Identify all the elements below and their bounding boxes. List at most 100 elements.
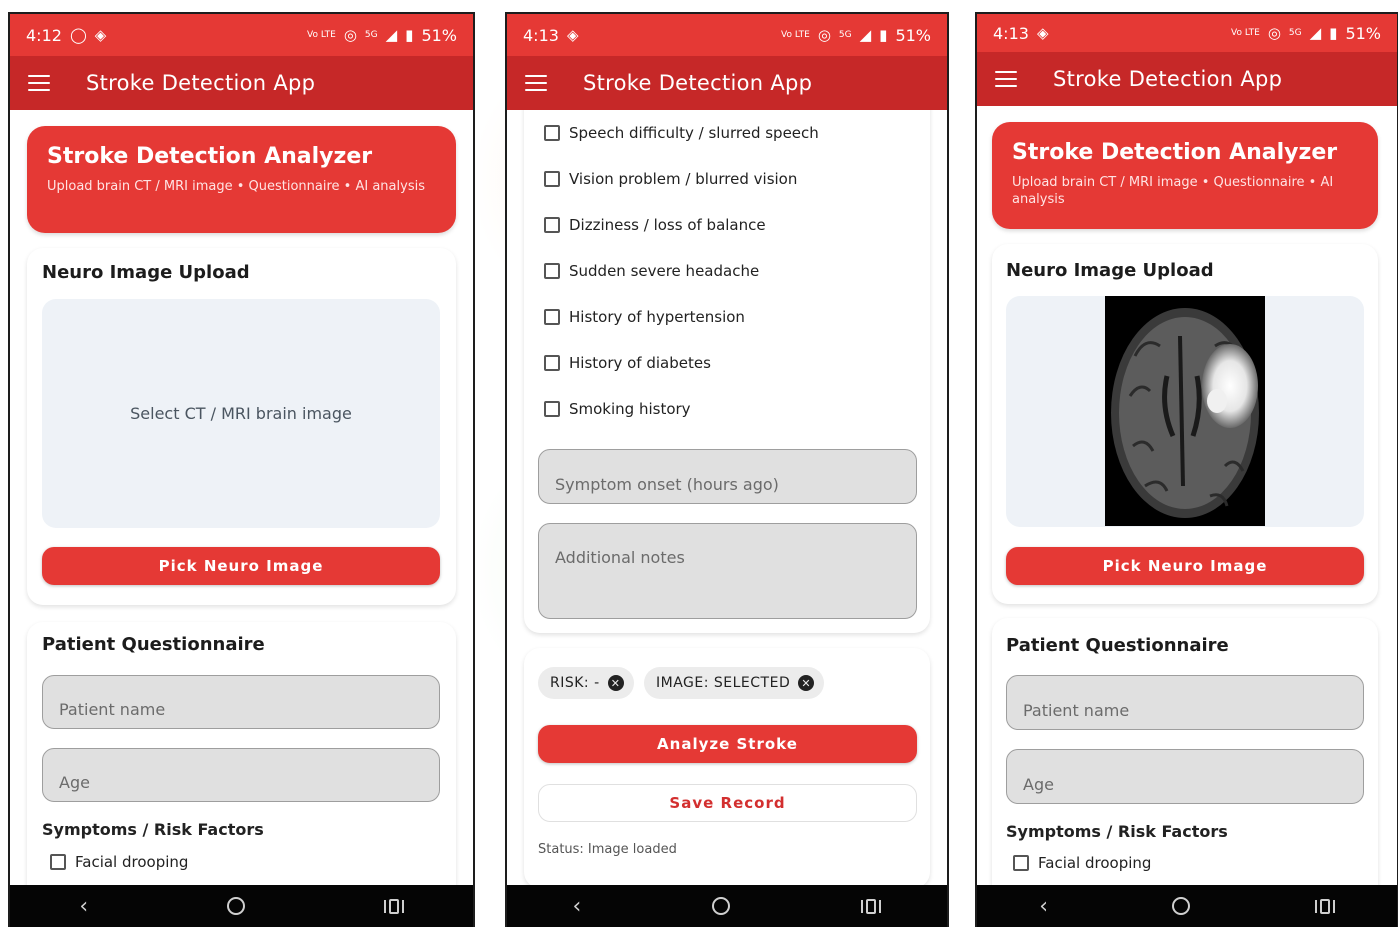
symptoms-label: Symptoms / Risk Factors (42, 820, 264, 839)
age-placeholder: Age (1023, 775, 1054, 794)
system-nav-bar: ‹ (10, 885, 473, 927)
battery-icon: ▮ (879, 26, 888, 44)
checkbox-speech-difficulty[interactable]: Speech difficulty / slurred speech (544, 124, 819, 142)
checkbox-label: History of hypertension (569, 308, 745, 326)
app-title: Stroke Detection App (583, 71, 813, 95)
header-subtitle: Upload brain CT / MRI image • Questionna… (47, 179, 425, 194)
symptoms-label: Symptoms / Risk Factors (1006, 822, 1228, 841)
header-title: Stroke Detection Analyzer (47, 144, 373, 169)
header-card: Stroke Detection Analyzer Upload brain C… (992, 122, 1378, 229)
analyze-stroke-button[interactable]: Analyze Stroke (538, 725, 917, 763)
system-nav-bar: ‹ (507, 885, 947, 927)
hamburger-menu-icon[interactable] (995, 71, 1017, 87)
image-chip-label: IMAGE: SELECTED (656, 675, 791, 691)
save-record-button[interactable]: Save Record (538, 784, 917, 822)
age-field[interactable]: Age (42, 748, 440, 802)
app-title: Stroke Detection App (1053, 67, 1283, 91)
status-bar: 4:12 ◯ ◈ Vo LTE ◎ 5G ◢ ▮ 51% (10, 14, 473, 56)
back-icon[interactable]: ‹ (573, 894, 582, 919)
patient-name-field[interactable]: Patient name (42, 675, 440, 729)
network-label: 5G (838, 29, 852, 40)
checkbox-box[interactable] (544, 171, 560, 187)
phone-screen-2: 4:13 ◈ Vo LTE ◎ 5G ◢ ▮ 51% Stroke Detect… (505, 12, 949, 927)
checkbox-dizziness[interactable]: Dizziness / loss of balance (544, 216, 766, 234)
upload-section-title: Neuro Image Upload (42, 262, 250, 283)
header-title: Stroke Detection Analyzer (1012, 140, 1338, 165)
hamburger-menu-icon[interactable] (28, 75, 50, 91)
questionnaire-section-title: Patient Questionnaire (1006, 635, 1229, 656)
checkbox-smoking[interactable]: Smoking history (544, 400, 691, 418)
checkbox-hypertension[interactable]: History of hypertension (544, 308, 745, 326)
checkbox-label: History of diabetes (569, 354, 711, 372)
home-icon[interactable] (712, 897, 731, 915)
risk-chip[interactable]: RISK: - ✕ (538, 667, 634, 699)
brain-scan-image (1105, 296, 1265, 526)
battery-percent: 51% (895, 25, 931, 45)
checkbox-facial-drooping[interactable]: Facial drooping (50, 853, 188, 871)
image-chip[interactable]: IMAGE: SELECTED ✕ (644, 667, 825, 699)
checkbox-box[interactable] (544, 217, 560, 233)
checkbox-headache[interactable]: Sudden severe headache (544, 262, 759, 280)
home-icon[interactable] (226, 897, 245, 915)
scroll-content[interactable]: Stroke Detection Analyzer Upload brain C… (10, 110, 473, 885)
volte-icon: Vo LTE (781, 29, 810, 40)
checkbox-box[interactable] (1013, 855, 1029, 871)
status-bar: 4:13 ◈ Vo LTE ◎ 5G ◢ ▮ 51% (977, 14, 1397, 52)
close-icon[interactable]: ✕ (798, 675, 815, 691)
questionnaire-section-title: Patient Questionnaire (42, 634, 265, 655)
recents-icon[interactable] (383, 898, 404, 914)
age-field[interactable]: Age (1006, 749, 1364, 804)
checkbox-box[interactable] (544, 355, 560, 371)
close-icon[interactable]: ✕ (607, 675, 624, 691)
pick-neuro-image-button[interactable]: Pick Neuro Image (1006, 547, 1364, 585)
volte-icon: Vo LTE (307, 29, 336, 40)
phone-screen-1: 4:12 ◯ ◈ Vo LTE ◎ 5G ◢ ▮ 51% Stroke Dete… (8, 12, 475, 927)
pick-neuro-image-button[interactable]: Pick Neuro Image (42, 547, 440, 585)
recents-icon[interactable] (861, 898, 882, 914)
scroll-content[interactable]: Speech difficulty / slurred speech Visio… (507, 110, 947, 885)
image-upload-area[interactable]: Select CT / MRI brain image (42, 299, 440, 528)
battery-percent: 51% (1345, 23, 1381, 43)
home-icon[interactable] (1172, 897, 1191, 915)
hamburger-menu-icon[interactable] (525, 75, 547, 91)
location-icon: ◈ (566, 26, 579, 44)
back-icon[interactable]: ‹ (1039, 894, 1048, 919)
age-placeholder: Age (59, 773, 90, 792)
checkbox-label: Facial drooping (1038, 854, 1152, 872)
checkbox-box[interactable] (544, 263, 560, 279)
checkbox-diabetes[interactable]: History of diabetes (544, 354, 711, 372)
checkbox-vision-problem[interactable]: Vision problem / blurred vision (544, 170, 797, 188)
app-toolbar: Stroke Detection App (977, 52, 1397, 106)
status-text: Status: Image loaded (538, 842, 677, 857)
battery-icon: ▮ (1329, 24, 1338, 42)
checkbox-box[interactable] (544, 125, 560, 141)
notes-placeholder: Additional notes (555, 548, 685, 567)
recents-icon[interactable] (1314, 898, 1335, 914)
brain-scan-svg (1111, 308, 1259, 518)
signal-icon: ◢ (385, 26, 398, 44)
checkbox-label: Dizziness / loss of balance (569, 216, 766, 234)
checkbox-label: Sudden severe headache (569, 262, 760, 280)
back-icon[interactable]: ‹ (79, 894, 88, 919)
app-toolbar: Stroke Detection App (10, 56, 473, 110)
checkbox-label: Facial drooping (75, 853, 189, 871)
app-toolbar: Stroke Detection App (507, 56, 947, 110)
additional-notes-field[interactable]: Additional notes (538, 523, 917, 619)
location-icon: ◈ (94, 26, 107, 44)
symptom-onset-field[interactable]: Symptom onset (hours ago) (538, 449, 917, 504)
checkbox-box[interactable] (544, 309, 560, 325)
network-label: 5G (364, 29, 378, 40)
patient-name-placeholder: Patient name (1023, 701, 1130, 720)
signal-icon: ◢ (859, 26, 872, 44)
scroll-content[interactable]: Stroke Detection Analyzer Upload brain C… (977, 106, 1397, 885)
checkbox-box[interactable] (50, 854, 66, 870)
checkbox-facial-drooping[interactable]: Facial drooping (1013, 854, 1151, 872)
checkbox-box[interactable] (544, 401, 560, 417)
location-icon: ◈ (1036, 24, 1049, 42)
upload-placeholder: Select CT / MRI brain image (130, 404, 352, 423)
status-time: 4:12 (26, 25, 62, 45)
patient-name-placeholder: Patient name (59, 700, 166, 719)
patient-name-field[interactable]: Patient name (1006, 675, 1364, 730)
checkbox-label: Vision problem / blurred vision (569, 170, 798, 188)
system-nav-bar: ‹ (977, 885, 1397, 927)
